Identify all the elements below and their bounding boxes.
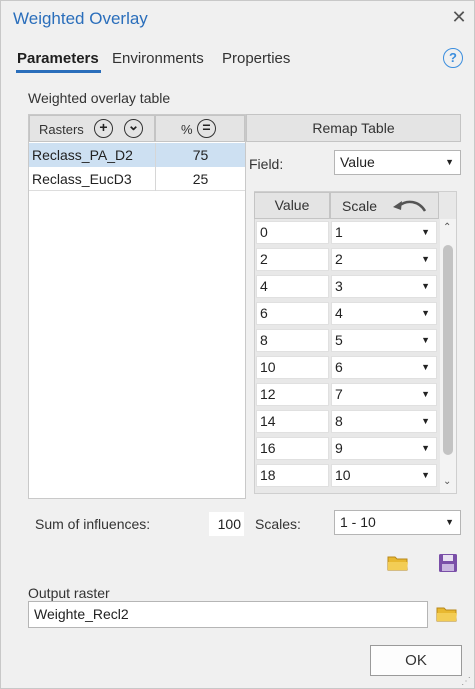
scale-value: 8 (335, 413, 343, 429)
table-row: 16 9 ▼ (255, 436, 439, 463)
scale-cell[interactable]: 5 ▼ (331, 329, 437, 352)
scale-cell[interactable]: 8 ▼ (331, 410, 437, 433)
remap-rows: 0 1 ▼ 2 2 ▼ 4 3 ▼ 6 4 ▼ 8 5 ▼ 10 6 ▼ 12 7 ▼ 14 (255, 220, 439, 494)
field-dropdown[interactable]: Value ▼ (334, 150, 461, 175)
value-cell[interactable]: 4 (256, 275, 329, 298)
table-row[interactable]: Reclass_PA_D2 75 (29, 143, 245, 167)
equal-influence-icon[interactable]: = (197, 119, 216, 138)
scale-cell[interactable]: 7 ▼ (331, 383, 437, 406)
sum-label: Sum of influences: (35, 516, 151, 532)
scale-cell[interactable]: 4 ▼ (331, 302, 437, 325)
chevron-down-icon: ▼ (445, 157, 454, 167)
scales-label: Scales: (255, 516, 301, 532)
table-row: 4 3 ▼ (255, 274, 439, 301)
open-folder-icon[interactable] (387, 554, 409, 572)
value-cell[interactable]: 6 (256, 302, 329, 325)
chevron-down-icon: ▼ (445, 517, 454, 527)
value-cell[interactable]: 8 (256, 329, 329, 352)
add-raster-icon[interactable]: + (94, 119, 113, 138)
table-row: 12 7 ▼ (255, 382, 439, 409)
scales-dropdown[interactable]: 1 - 10 ▼ (334, 510, 461, 535)
table-row: 6 4 ▼ (255, 301, 439, 328)
scale-cell[interactable]: 2 ▼ (331, 248, 437, 271)
percent-header: % = (155, 115, 245, 142)
chevron-down-icon: ▼ (421, 389, 430, 399)
value-cell[interactable]: 2 (256, 248, 329, 271)
raster-percent[interactable]: 25 (155, 167, 245, 191)
save-icon[interactable] (438, 553, 458, 573)
value-cell[interactable]: 0 (256, 221, 329, 244)
table-row: 10 6 ▼ (255, 355, 439, 382)
chevron-down-icon: ▼ (421, 254, 430, 264)
weighted-overlay-dialog: Weighted Overlay ✕ Parameters Environmen… (0, 0, 475, 689)
raster-percent[interactable]: 75 (155, 143, 245, 167)
table-row: 8 5 ▼ (255, 328, 439, 355)
reverse-scale-icon[interactable] (391, 198, 427, 214)
chevron-down-icon: ▼ (421, 416, 430, 426)
rasters-header: Rasters + ⌄ (29, 115, 155, 142)
value-cell[interactable]: 10 (256, 356, 329, 379)
sum-value: 100 (209, 512, 244, 536)
scale-value: 9 (335, 440, 343, 456)
scroll-down-icon[interactable]: ⌄ (443, 476, 451, 487)
scale-cell[interactable]: 3 ▼ (331, 275, 437, 298)
browse-folder-icon[interactable] (436, 605, 458, 623)
scale-value: 2 (335, 251, 343, 267)
scales-dropdown-value: 1 - 10 (340, 514, 376, 530)
scale-column-header: Scale (330, 192, 439, 219)
weighted-table-label: Weighted overlay table (28, 90, 171, 106)
tab-environments[interactable]: Environments (112, 50, 204, 67)
table-row: 14 8 ▼ (255, 409, 439, 436)
scale-value: 7 (335, 386, 343, 402)
scale-cell[interactable]: 6 ▼ (331, 356, 437, 379)
scale-header-label: Scale (342, 198, 378, 214)
scale-value: 1 (335, 224, 343, 240)
table-row: 0 1 ▼ (255, 220, 439, 247)
chevron-down-icon: ▼ (421, 443, 430, 453)
chevron-down-icon: ▼ (421, 470, 430, 480)
value-cell[interactable]: 16 (256, 437, 329, 460)
field-dropdown-value: Value (340, 154, 375, 170)
chevron-down-icon: ▼ (421, 281, 430, 291)
remap-table-header: Remap Table (246, 114, 461, 142)
scale-value: 10 (335, 467, 351, 483)
raster-name: Reclass_PA_D2 (32, 147, 133, 163)
chevron-down-icon: ▼ (421, 362, 430, 372)
tab-parameters[interactable]: Parameters (17, 50, 99, 67)
scale-value: 6 (335, 359, 343, 375)
table-row[interactable]: Reclass_EucD3 25 (29, 167, 245, 191)
scale-cell[interactable]: 10 ▼ (331, 464, 437, 487)
output-raster-input[interactable]: Weighte_Recl2 (28, 601, 428, 628)
scale-cell[interactable]: 1 ▼ (331, 221, 437, 244)
scale-value: 4 (335, 305, 343, 321)
chevron-down-icon: ▼ (421, 308, 430, 318)
percent-header-label: % (181, 122, 193, 137)
output-raster-label: Output raster (28, 585, 110, 601)
scale-value: 5 (335, 332, 343, 348)
scale-cell[interactable]: 9 ▼ (331, 437, 437, 460)
rasters-header-label: Rasters (39, 122, 84, 137)
scale-value: 3 (335, 278, 343, 294)
raster-options-icon[interactable]: ⌄ (124, 118, 143, 138)
ok-button[interactable]: OK (370, 645, 462, 676)
value-column-header: Value (254, 192, 330, 219)
dialog-title: Weighted Overlay (13, 9, 148, 28)
value-cell[interactable]: 12 (256, 383, 329, 406)
raster-name: Reclass_EucD3 (32, 171, 132, 187)
scrollbar-thumb[interactable] (443, 245, 453, 455)
tab-properties[interactable]: Properties (222, 50, 290, 67)
close-icon[interactable]: ✕ (449, 7, 469, 28)
resize-grip-icon[interactable]: ⋰ (461, 676, 471, 687)
table-row: 18 10 ▼ (255, 463, 439, 490)
chevron-down-icon: ▼ (421, 335, 430, 345)
scroll-up-icon[interactable]: ⌃ (443, 222, 451, 233)
help-icon[interactable]: ? (443, 48, 463, 68)
value-cell[interactable]: 14 (256, 410, 329, 433)
field-label: Field: (249, 156, 284, 172)
active-tab-indicator (16, 70, 101, 73)
value-cell[interactable]: 18 (256, 464, 329, 487)
chevron-down-icon: ▼ (421, 227, 430, 237)
table-row: 2 2 ▼ (255, 247, 439, 274)
